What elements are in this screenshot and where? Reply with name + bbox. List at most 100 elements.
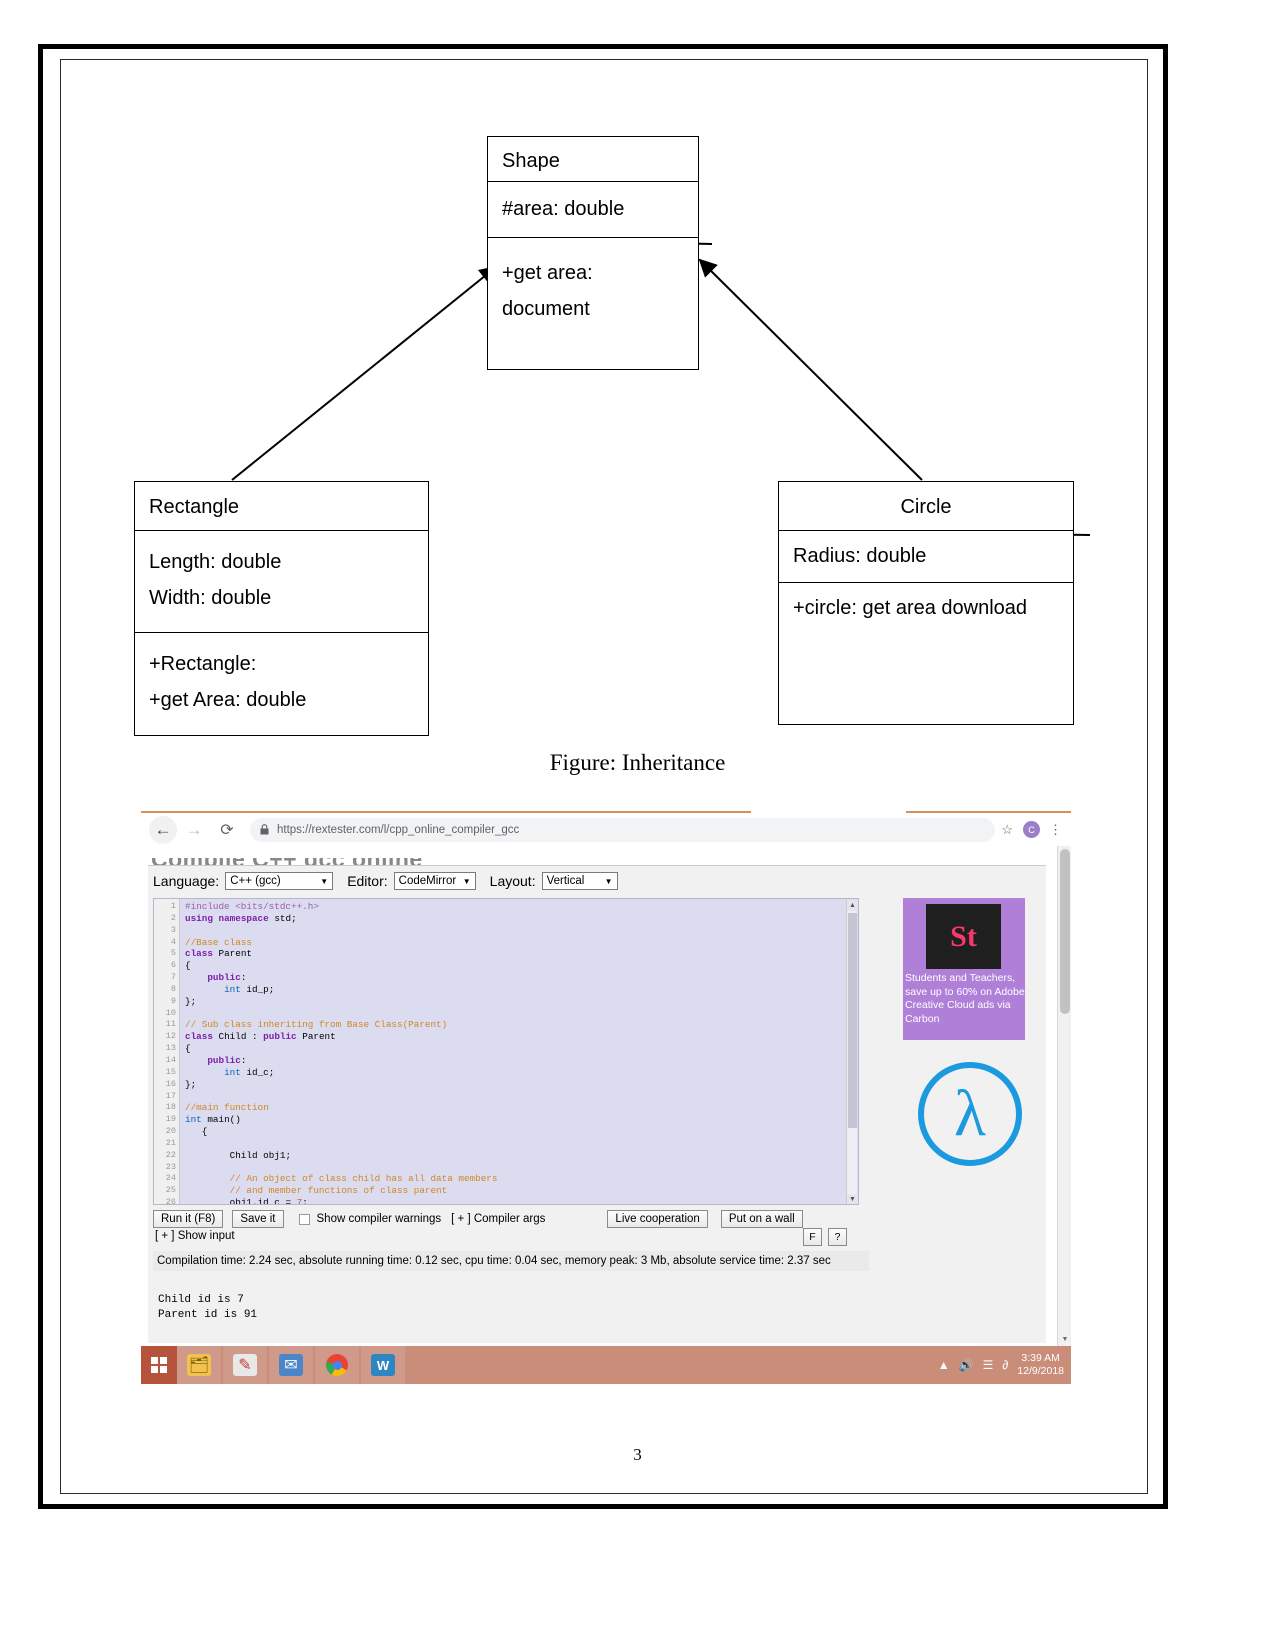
language-select[interactable]: C++ (gcc) ▼	[225, 872, 334, 890]
uml-rectangle-op-1: +Rectangle:	[149, 653, 257, 675]
code-line: {	[185, 1043, 191, 1055]
taskbar-office[interactable]: W	[361, 1346, 405, 1384]
small-buttons-row: F ?	[803, 1228, 853, 1246]
language-icon[interactable]: ∂	[1002, 1358, 1008, 1372]
compiler-args-toggle[interactable]: [ + ] Compiler args	[451, 1213, 545, 1225]
uml-shape-op-line1: +get area:	[502, 262, 593, 284]
code-line: Child obj1;	[229, 1149, 292, 1161]
scroll-down-icon[interactable]: ▼	[847, 1194, 858, 1204]
line-number: 2	[170, 912, 176, 923]
line-number: 1	[170, 901, 176, 911]
chevron-down-icon: ▼	[320, 876, 329, 886]
page-scrollbar-thumb[interactable]	[1060, 849, 1070, 1014]
lambda-icon: λ	[918, 1062, 1022, 1166]
line-number: 24	[165, 1173, 176, 1184]
chevron-up-icon[interactable]: ▲	[938, 1358, 950, 1372]
lambda-ad[interactable]: λ	[918, 1062, 1022, 1166]
mail-icon: ✉	[279, 1354, 303, 1376]
uml-rectangle-attributes: Length: double Width: double	[135, 530, 428, 632]
scrollbar-thumb[interactable]	[848, 913, 857, 1128]
page-scrollbar[interactable]: ▲ ▼	[1057, 846, 1071, 1346]
line-number: 15	[165, 1066, 176, 1077]
clock-date: 12/9/2018	[1017, 1365, 1064, 1377]
chevron-down-icon: ▼	[604, 876, 613, 886]
browser-tab-strip	[141, 805, 1071, 813]
taskbar-chrome[interactable]	[315, 1346, 359, 1384]
network-icon[interactable]: ☰	[983, 1358, 994, 1372]
line-number: 10	[165, 1007, 176, 1018]
code-line: #include <bits/stdc++.h>	[185, 901, 319, 912]
code-line: obj1.id_c = 7;	[229, 1197, 308, 1205]
show-input-toggle[interactable]: [ + ] Show input	[155, 1230, 235, 1242]
line-number: 5	[170, 948, 176, 959]
code-line: // and member functions of class parent	[185, 1185, 448, 1197]
editor-select[interactable]: CodeMirror ▼	[393, 872, 476, 890]
code-line: };	[185, 1078, 197, 1090]
show-warnings-checkbox[interactable]	[298, 1213, 310, 1225]
star-icon[interactable]: ☆	[1001, 822, 1013, 838]
code-content[interactable]: #include <bits/stdc++.h> using namespace …	[180, 899, 858, 1204]
uml-rectangle-op-2: +get Area: double	[149, 688, 307, 711]
language-select-value: C++ (gcc)	[230, 875, 281, 887]
code-line: public:	[207, 1054, 247, 1066]
avatar[interactable]: C	[1023, 821, 1040, 838]
uml-rectangle-title: Rectangle	[149, 496, 240, 518]
layout-select[interactable]: Vertical ▼	[541, 872, 618, 890]
page-scroll-down-icon[interactable]: ▼	[1058, 1333, 1071, 1346]
site-content: Compile C++ gcc online Language: C++ (gc…	[141, 846, 1071, 1346]
line-number: 21	[165, 1137, 176, 1148]
line-number: 17	[165, 1090, 176, 1101]
code-editor[interactable]: 1 2 3 4 5 6 7 8 9 10 11 12 13 14 15 16 17 18 19 20 21 22 23 24 2…	[153, 898, 859, 1205]
clock[interactable]: 3:39 AM 12/9/2018	[1017, 1352, 1064, 1378]
line-number: 26	[165, 1197, 176, 1205]
compiler-panel: Language: C++ (gcc) ▼ Editor: CodeMirror…	[148, 865, 1046, 1343]
save-button[interactable]: Save it	[232, 1210, 284, 1228]
scroll-up-icon[interactable]: ▲	[847, 900, 858, 911]
kebab-menu-icon[interactable]: ⋮	[1049, 823, 1062, 836]
chevron-down-icon: ▼	[462, 876, 471, 886]
back-icon[interactable]: ←	[149, 815, 177, 844]
forward-icon[interactable]: →	[180, 816, 208, 844]
uml-inheritance-diagram: Shape #area: double +get area: document …	[0, 0, 1275, 800]
start-button[interactable]	[141, 1346, 177, 1384]
code-line: //Base class	[185, 936, 252, 948]
line-number: 16	[165, 1078, 176, 1089]
taskbar-mail[interactable]: ✉	[269, 1346, 313, 1384]
code-line: // Sub class inheriting from Base Class(…	[185, 1019, 448, 1031]
taskbar-paint[interactable]: ✎	[223, 1346, 267, 1384]
code-line: public:	[207, 972, 247, 984]
line-number: 13	[165, 1043, 176, 1054]
adobe-stock-logo-text: St	[950, 919, 977, 953]
adobe-stock-logo-icon: St	[926, 904, 1001, 969]
live-cooperation-button[interactable]: Live cooperation	[607, 1210, 708, 1228]
taskbar-file-explorer[interactable]: 🗂	[177, 1346, 221, 1384]
paint-icon: ✎	[233, 1354, 257, 1376]
line-number: 11	[165, 1019, 176, 1030]
volume-icon[interactable]: 🔊	[959, 1358, 974, 1372]
facebook-button[interactable]: F	[803, 1228, 822, 1246]
code-line: using namespace std;	[185, 912, 297, 924]
run-button[interactable]: Run it (F8)	[153, 1210, 224, 1228]
code-line: // An object of class child has all data…	[185, 1173, 498, 1185]
code-line: int id_c;	[224, 1066, 275, 1078]
layout-label: Layout:	[489, 873, 536, 889]
address-bar[interactable]: https://rextester.com/l/cpp_online_compi…	[250, 817, 996, 842]
editor-scrollbar[interactable]: ▲ ▼	[846, 900, 858, 1204]
code-line: class Child : public Parent	[185, 1031, 336, 1043]
office-icon: W	[371, 1354, 395, 1376]
code-line: {	[185, 1126, 208, 1138]
uml-class-rectangle: Rectangle Length: double Width: double +…	[134, 481, 429, 736]
code-line: int id_p;	[224, 983, 275, 995]
reload-icon[interactable]: ⟳	[213, 816, 241, 844]
file-explorer-icon: 🗂	[187, 1354, 211, 1376]
uml-circle-attributes: Radius: double	[779, 530, 1073, 582]
system-tray: ▲ 🔊 ☰ ∂ 3:39 AM 12/9/2018	[938, 1352, 1071, 1378]
put-on-wall-button[interactable]: Put on a wall	[720, 1210, 803, 1228]
help-button[interactable]: ?	[828, 1228, 847, 1246]
carbon-ad[interactable]: St Students and Teachers, save up to 60%…	[903, 898, 1025, 1040]
